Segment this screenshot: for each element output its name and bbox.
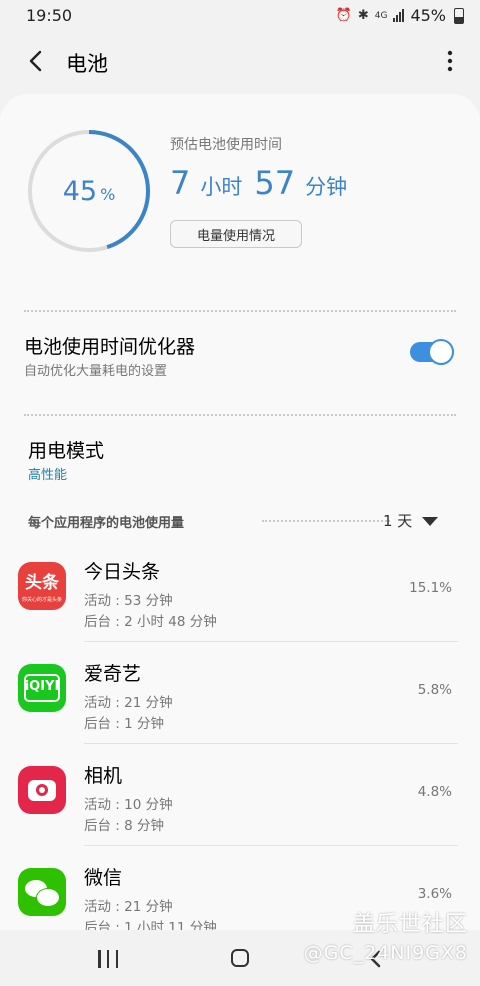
row-divider	[84, 641, 458, 642]
app-active-time: 活动 : 21 分钟	[84, 899, 173, 915]
battery-level-readout: 45 %	[26, 128, 152, 254]
chevron-down-icon[interactable]	[422, 517, 438, 526]
estimated-time-label: 预估电池使用时间	[170, 137, 282, 153]
app-active-time: 活动 : 53 分钟	[84, 593, 173, 609]
app-active-time: 活动 : 10 分钟	[84, 797, 173, 813]
app-row-toutiao[interactable]: 头条 你关心的才是头条 今日头条 活动 : 53 分钟 后台 : 2 小时 48…	[0, 542, 480, 642]
est-minutes: 57	[254, 164, 296, 202]
toutiao-icon-text: 头条	[25, 573, 59, 593]
battery-card: 45 % 预估电池使用时间 7 小时 57 分钟 电量使用情况 电池使用时间优化…	[0, 94, 480, 930]
power-mode-value: 高性能	[28, 468, 68, 483]
app-usage-label: 每个应用程序的电池使用量	[28, 516, 185, 531]
battery-level-number: 45	[62, 175, 98, 207]
app-name: 微信	[84, 867, 123, 889]
app-percent: 5.8%	[417, 682, 452, 698]
battery-percent: 45%	[410, 6, 446, 25]
est-minutes-unit: 分钟	[305, 175, 348, 199]
divider	[24, 310, 456, 312]
battery-level-unit: %	[100, 184, 116, 204]
bluetooth-icon: ✱	[357, 8, 369, 23]
optimizer-subtitle: 自动优化大量耗电的设置	[24, 364, 168, 379]
alarm-icon: ⏰	[335, 8, 352, 23]
toutiao-icon-slogan: 你关心的才是头条	[21, 597, 62, 603]
signal-icon	[393, 9, 405, 22]
watermark-handle: @GC_24NI9GX8	[303, 942, 468, 964]
battery-icon	[454, 7, 464, 24]
home-icon[interactable]	[231, 949, 249, 967]
row-divider	[84, 845, 458, 846]
toggle-thumb	[428, 339, 454, 365]
app-row-camera[interactable]: 相机 活动 : 10 分钟 后台 : 8 分钟 4.8%	[0, 746, 480, 846]
app-usage-header: 每个应用程序的电池使用量 1 天	[28, 510, 440, 534]
app-background-time: 后台 : 2 小时 48 分钟	[84, 614, 217, 630]
app-percent: 15.1%	[409, 580, 452, 596]
app-percent: 4.8%	[417, 784, 452, 800]
app-active-time: 活动 : 21 分钟	[84, 695, 173, 711]
status-bar: 19:50 ⏰ ✱ 4G 45%	[0, 0, 480, 32]
battery-usage-button[interactable]: 电量使用情况	[170, 220, 302, 248]
dotted-leader	[262, 520, 390, 522]
app-bar: 电池	[0, 32, 480, 90]
app-row-iqiyi[interactable]: iQIYI 爱奇艺 活动 : 21 分钟 后台 : 1 分钟 5.8%	[0, 644, 480, 744]
iqiyi-icon-text: iQIYI	[24, 679, 60, 694]
back-arrow-icon[interactable]	[24, 48, 50, 74]
iqiyi-icon: iQIYI	[18, 664, 66, 712]
app-background-time: 后台 : 1 小时 11 分钟	[84, 920, 217, 930]
app-name: 爱奇艺	[84, 663, 142, 685]
divider	[24, 414, 456, 416]
est-hours: 7	[170, 164, 191, 202]
recent-apps-icon[interactable]	[98, 950, 118, 968]
app-name: 相机	[84, 765, 123, 787]
watermark-title: 盖乐世社区	[352, 912, 468, 937]
more-options-icon[interactable]	[446, 50, 454, 72]
optimizer-title: 电池使用时间优化器	[24, 336, 196, 358]
status-time: 19:50	[26, 6, 73, 25]
network-indicator: 4G	[374, 10, 388, 21]
est-hours-unit: 小时	[200, 175, 243, 199]
toutiao-icon: 头条 你关心的才是头条	[18, 562, 66, 610]
power-mode-title: 用电模式	[28, 440, 105, 462]
usage-period-select[interactable]: 1 天	[383, 510, 412, 531]
wechat-icon	[18, 868, 66, 916]
estimated-time: 7 小时 57 分钟	[170, 164, 359, 202]
optimizer-toggle[interactable]	[410, 339, 454, 365]
app-name: 今日头条	[84, 561, 161, 583]
status-icons: ⏰ ✱ 4G 45%	[336, 6, 464, 25]
camera-icon	[18, 766, 66, 814]
app-background-time: 后台 : 8 分钟	[84, 818, 165, 834]
page-title: 电池	[66, 52, 108, 76]
app-percent: 3.6%	[417, 886, 452, 902]
row-divider	[84, 743, 458, 744]
app-background-time: 后台 : 1 分钟	[84, 716, 165, 732]
